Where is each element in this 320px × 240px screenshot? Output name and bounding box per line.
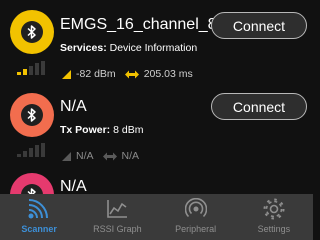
tab-label: Peripheral [175, 224, 217, 234]
device-row-na-partial[interactable]: N/A [0, 170, 313, 194]
device-info-label: Services: [60, 42, 107, 54]
device-name: N/A [60, 98, 87, 115]
device-services: Services: Device Information [60, 42, 197, 54]
connect-button[interactable]: Connect [211, 93, 307, 120]
device-stats: N/A N/A [62, 150, 139, 162]
tab-peripheral[interactable]: Peripheral [157, 194, 235, 240]
rssi-icon [62, 151, 71, 161]
bluetooth-icon [27, 108, 36, 122]
bluetooth-icon [27, 188, 36, 194]
device-row-emgs[interactable]: EMGS_16_channel_80 Services: Device Info… [0, 0, 313, 88]
scanner-icon [27, 197, 51, 221]
bluetooth-icon [27, 25, 36, 39]
tab-bar: Scanner RSSI Graph Peripheral Settings [0, 194, 313, 240]
device-stats: -82 dBm 205.03 ms [62, 68, 193, 80]
peripheral-icon [184, 197, 208, 221]
device-avatar [10, 173, 54, 194]
device-name: EMGS_16_channel_80 [60, 16, 226, 33]
rssi-value: -82 dBm [76, 68, 116, 80]
tab-label: RSSI Graph [93, 224, 142, 234]
interval-value: 205.03 ms [143, 68, 193, 80]
device-avatar [10, 93, 54, 137]
rssi-graph-icon [105, 197, 129, 221]
device-info-value: 8 dBm [110, 124, 144, 136]
tab-scanner[interactable]: Scanner [0, 194, 78, 240]
tab-settings[interactable]: Settings [235, 194, 313, 240]
device-info-value: Device Information [106, 42, 198, 54]
connect-button[interactable]: Connect [211, 12, 307, 39]
interval-arrows-icon [102, 152, 117, 160]
tab-rssi-graph[interactable]: RSSI Graph [78, 194, 156, 240]
interval-arrows-icon [124, 70, 139, 78]
signal-strength-icon [17, 143, 45, 157]
settings-icon [262, 197, 286, 221]
tab-label: Scanner [21, 224, 57, 234]
device-row-na[interactable]: N/A Tx Power: 8 dBm Connect N/A N/A [0, 88, 313, 170]
device-tx-power: Tx Power: 8 dBm [60, 124, 143, 136]
rssi-value: N/A [76, 150, 94, 162]
tab-label: Settings [257, 224, 291, 234]
rssi-icon [62, 69, 71, 79]
device-name: N/A [60, 178, 87, 194]
device-info-label: Tx Power: [60, 124, 111, 136]
interval-value: N/A [121, 150, 140, 162]
device-avatar [10, 10, 54, 54]
signal-strength-icon [17, 61, 45, 75]
